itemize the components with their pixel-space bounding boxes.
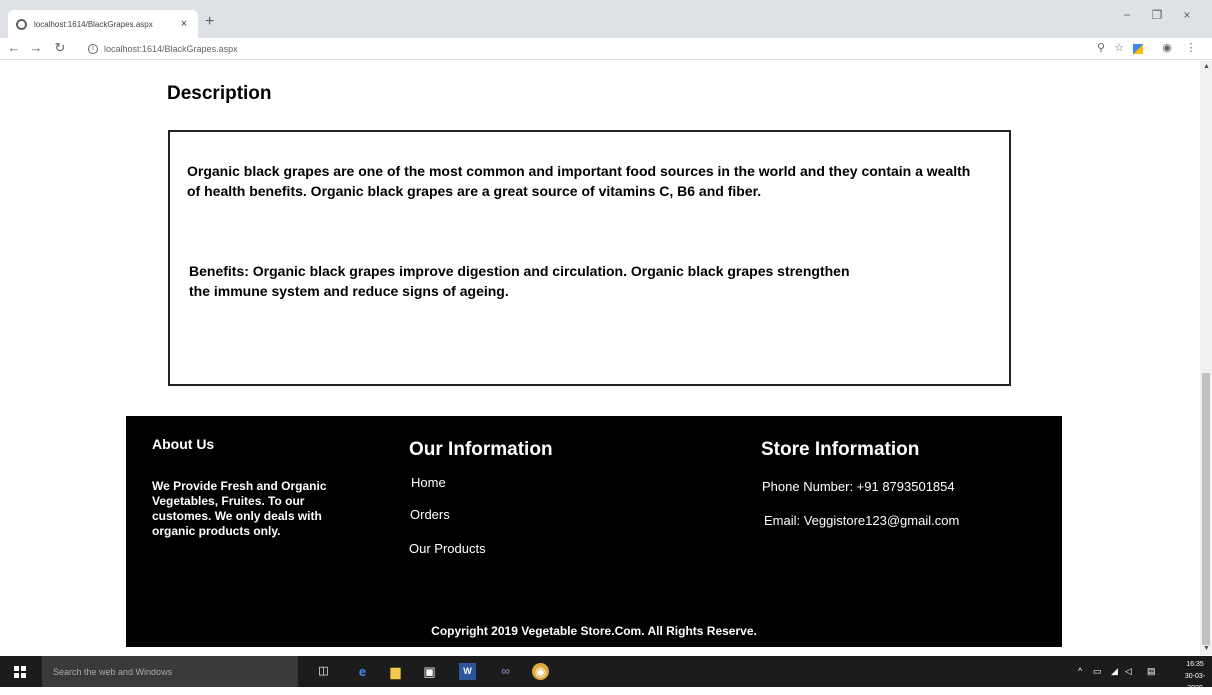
visual-studio-icon[interactable]: ∞ — [497, 663, 514, 680]
scroll-up-icon[interactable]: ▲ — [1203, 63, 1210, 70]
reload-icon[interactable]: ↻ — [52, 40, 68, 56]
benefits-paragraph: Benefits: Organic black grapes improve d… — [189, 263, 850, 299]
bookmark-star-icon[interactable]: ☆ — [1111, 41, 1127, 54]
clock-time: 16:35 — [1186, 661, 1204, 668]
edge-browser-icon[interactable]: e — [354, 663, 371, 680]
tab-title: localhost:1614/BlackGrapes.aspx — [34, 19, 153, 29]
notification-icon[interactable]: ▤ — [1147, 666, 1156, 677]
close-window-button[interactable]: × — [1176, 8, 1198, 22]
page-viewport: Description Organic black grapes are one… — [0, 61, 1200, 655]
info-icon[interactable]: i — [88, 44, 98, 54]
windows-start-icon[interactable] — [14, 666, 26, 678]
tab-close-icon[interactable]: × — [178, 18, 190, 30]
scroll-thumb[interactable] — [1202, 373, 1210, 645]
word-icon[interactable]: W — [459, 663, 476, 680]
browser-toolbar: ← → ↻ i localhost:1614/BlackGrapes.aspx … — [0, 38, 1212, 60]
footer-link-home[interactable]: Home — [411, 475, 446, 490]
network-icon[interactable]: ◢ — [1111, 666, 1118, 677]
store-information-title: Store Information — [761, 439, 920, 460]
page-scrollbar[interactable]: ▲ ▼ — [1200, 61, 1212, 655]
volume-icon[interactable]: ◁ — [1125, 666, 1132, 677]
battery-icon[interactable]: ▭ — [1093, 666, 1102, 677]
windows-taskbar: Search the web and Windows ◫ e ▆ ▣ W ∞ ◉… — [0, 656, 1212, 692]
footer-link-our-products[interactable]: Our Products — [409, 541, 486, 556]
url-text: localhost:1614/BlackGrapes.aspx — [104, 44, 238, 54]
tray-chevron-icon[interactable]: ^ — [1078, 666, 1082, 676]
extension-icon[interactable] — [1133, 44, 1143, 54]
about-us-title: About Us — [152, 436, 215, 452]
new-tab-button[interactable]: + — [205, 13, 214, 31]
clock-date: 30-03-2020 — [1184, 673, 1206, 692]
forward-icon[interactable]: → — [28, 40, 44, 55]
description-paragraph: Organic black grapes are one of the most… — [187, 163, 971, 199]
store-email: Email: Veggistore123@gmail.com — [764, 513, 960, 528]
menu-icon[interactable]: ⋮ — [1183, 41, 1199, 54]
about-us-text: We Provide Fresh and Organic Vegetables,… — [152, 479, 327, 538]
footer-link-orders[interactable]: Orders — [410, 507, 450, 522]
our-information-title: Our Information — [409, 439, 553, 460]
store-icon[interactable]: ▣ — [421, 663, 438, 680]
chrome-icon[interactable]: ◉ — [532, 663, 549, 680]
globe-icon — [16, 18, 27, 30]
file-explorer-icon[interactable]: ▆ — [387, 663, 404, 680]
description-heading: Description — [167, 83, 272, 104]
browser-tab-bar: localhost:1614/BlackGrapes.aspx × + − ❐ … — [0, 0, 1212, 38]
scroll-down-icon[interactable]: ▼ — [1203, 645, 1210, 652]
taskbar-search-input[interactable]: Search the web and Windows — [42, 656, 298, 687]
browser-tab[interactable]: localhost:1614/BlackGrapes.aspx × — [8, 10, 198, 38]
address-bar[interactable]: i localhost:1614/BlackGrapes.aspx — [88, 40, 1058, 58]
back-icon[interactable]: ← — [6, 40, 22, 55]
footer: About Us We Provide Fresh and Organic Ve… — [126, 416, 1062, 647]
taskbar-clock[interactable]: 16:35 30-03-2020 — [1178, 659, 1212, 695]
restore-button[interactable]: ❐ — [1146, 8, 1168, 22]
task-view-icon[interactable]: ◫ — [315, 663, 332, 680]
description-box: Organic black grapes are one of the most… — [168, 130, 1011, 386]
copyright-text: Copyright 2019 Vegetable Store.Com. All … — [431, 624, 757, 638]
minimize-button[interactable]: − — [1116, 8, 1138, 22]
profile-icon[interactable]: ◉ — [1159, 41, 1175, 54]
zoom-icon[interactable]: ⚲ — [1093, 41, 1109, 54]
store-phone: Phone Number: +91 8793501854 — [762, 479, 955, 494]
